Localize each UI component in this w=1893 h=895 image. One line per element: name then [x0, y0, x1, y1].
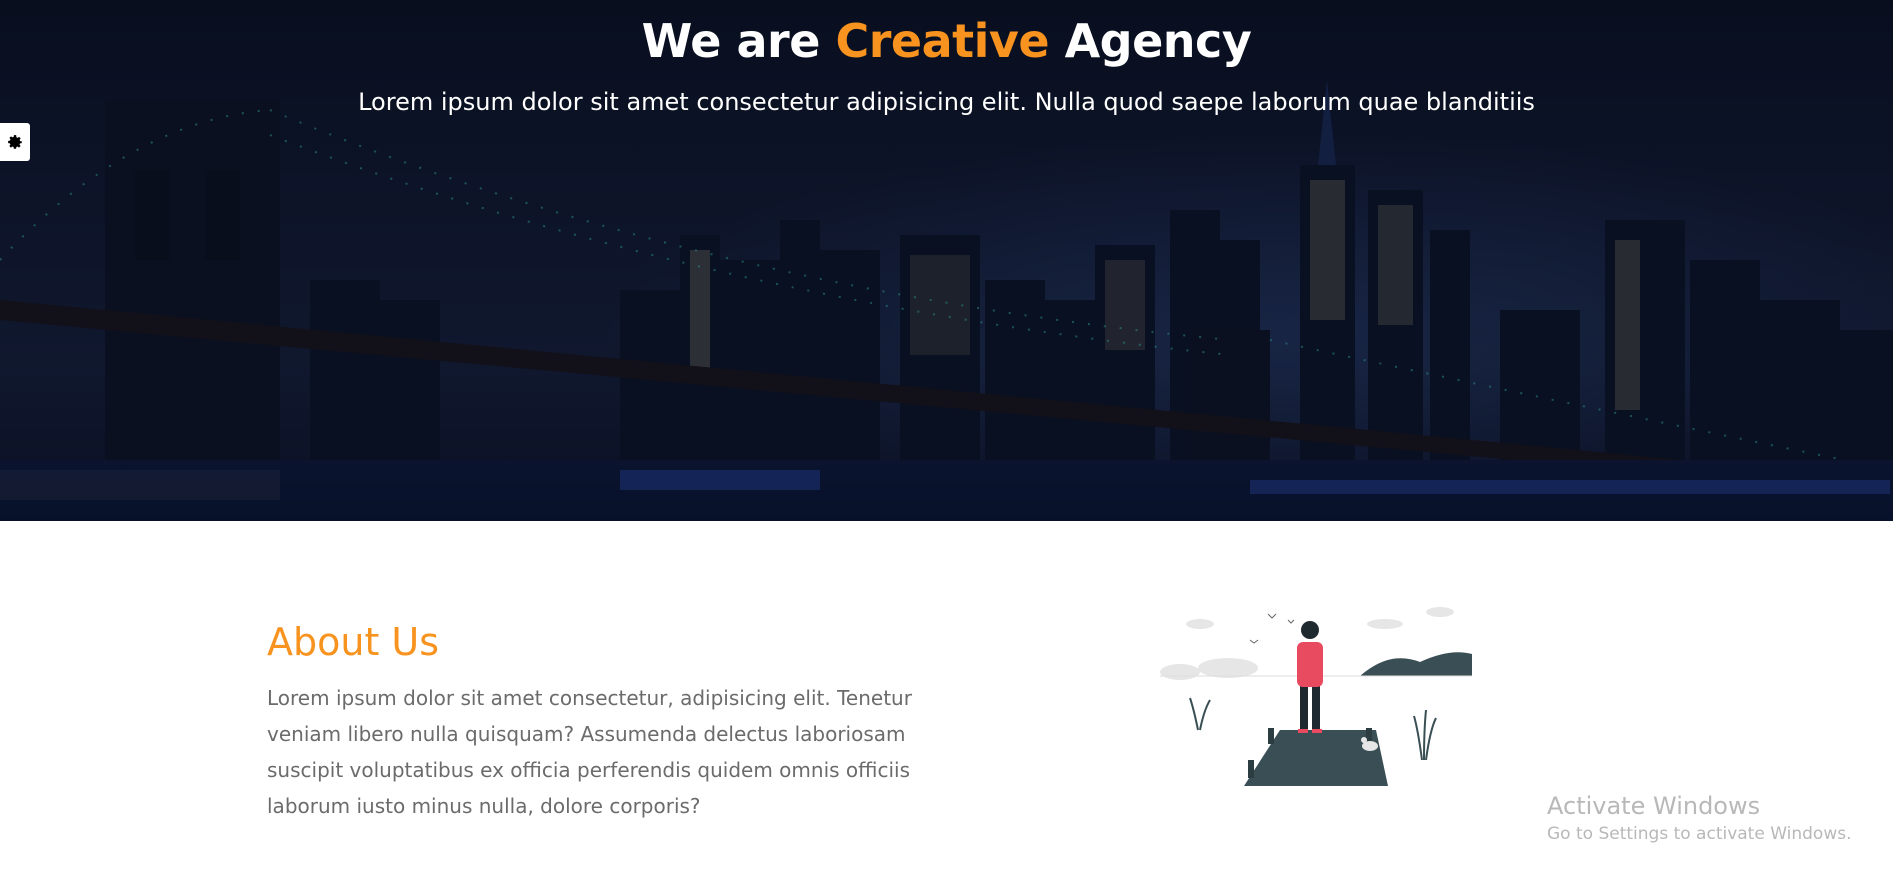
hero-section: We are Creative Agency Lorem ipsum dolor…	[0, 0, 1893, 521]
activate-windows-watermark: Activate Windows Go to Settings to activ…	[1547, 792, 1852, 844]
gear-icon	[8, 135, 22, 149]
about-title: About Us	[267, 620, 440, 664]
settings-toggle-button[interactable]	[0, 123, 30, 161]
hero-title-suffix: Agency	[1049, 14, 1252, 68]
hero-title: We are Creative Agency	[0, 14, 1893, 68]
hero-title-prefix: We are	[641, 14, 836, 68]
about-text: Lorem ipsum dolor sit amet consectetur, …	[267, 686, 912, 818]
watermark-title: Activate Windows	[1547, 792, 1761, 820]
hero-subtitle: Lorem ipsum dolor sit amet consectetur a…	[358, 88, 1535, 116]
hero-title-accent: Creative	[835, 14, 1050, 68]
watermark-subtitle: Go to Settings to activate Windows.	[1547, 824, 1852, 844]
about-illustration	[1160, 607, 1472, 786]
hero-background-image	[0, 0, 1893, 521]
